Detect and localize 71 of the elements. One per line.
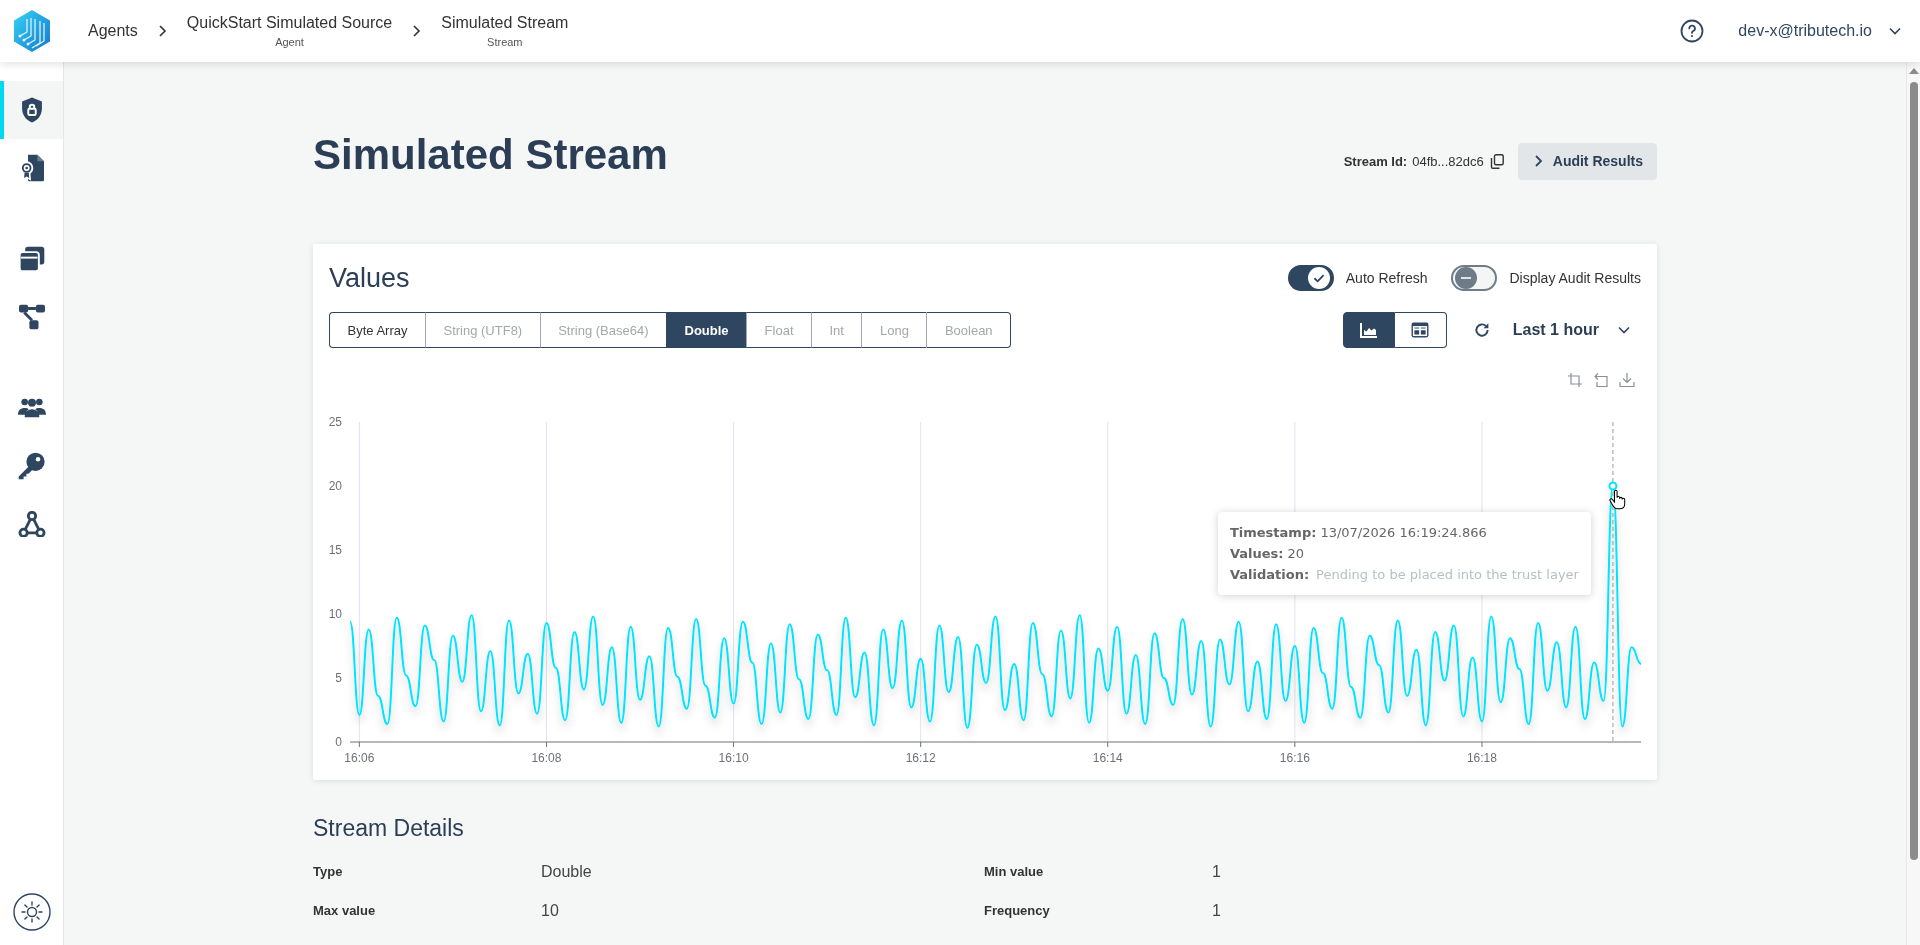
x-axis-label: 16:16: [1279, 751, 1310, 765]
tooltip-label: Values:: [1229, 545, 1284, 563]
stream-id-label: Stream Id:: [1343, 153, 1408, 169]
field-label: Min value: [984, 863, 1045, 881]
field-label: Type: [313, 863, 344, 881]
chevron-right-icon: [157, 24, 167, 38]
data-type-tab[interactable]: Byte Array: [329, 312, 425, 348]
field-label: Max value: [313, 902, 377, 920]
x-axis-label: 16:12: [905, 751, 936, 765]
hexagon-logo-icon[interactable]: [12, 9, 52, 53]
breadcrumb-link[interactable]: Simulated Stream Stream: [441, 13, 569, 49]
users-icon: [17, 397, 46, 419]
hand-cursor-icon: [1608, 489, 1626, 510]
scroll-up-arrow-icon[interactable]: [1908, 68, 1919, 74]
y-axis-label: 25: [329, 415, 342, 429]
user-menu[interactable]: dev-x@tributech.io: [1738, 22, 1902, 40]
chart-view-button[interactable]: [1342, 312, 1395, 348]
sidebar-item[interactable]: [0, 81, 63, 139]
refresh-icon[interactable]: [1472, 321, 1491, 339]
page-title: Simulated Stream: [313, 130, 668, 180]
stacked-windows-icon: [18, 246, 45, 272]
x-axis-label: 16:06: [344, 751, 375, 765]
webhook-icon: [17, 511, 46, 537]
audit-results-button[interactable]: Audit Results: [1517, 142, 1657, 180]
card-title: Values: [329, 262, 410, 294]
download-icon[interactable]: [1619, 372, 1635, 388]
breadcrumb-link[interactable]: QuickStart Simulated Source Agent: [186, 13, 393, 49]
check-icon: [1307, 267, 1330, 289]
table-view-button[interactable]: [1394, 312, 1447, 348]
field-value: Double: [541, 862, 593, 882]
y-axis-label: 15: [329, 543, 342, 557]
x-axis-label: 16:08: [531, 751, 562, 765]
flow-chart-icon: [17, 304, 46, 330]
breadcrumb-link[interactable]: Agents: [88, 21, 138, 41]
table-icon: [1411, 322, 1430, 338]
tooltip-label: Validation:: [1229, 566, 1310, 584]
x-axis-label: 16:18: [1466, 751, 1497, 765]
toggle-label: Display Audit Results: [1509, 270, 1641, 286]
field-value: 1: [1212, 901, 1222, 921]
tooltip-label: Timestamp:: [1229, 524, 1317, 542]
x-axis-label: 16:10: [718, 751, 749, 765]
field-label: Frequency: [984, 902, 1051, 920]
field-value: 10: [541, 901, 560, 921]
minus-icon: [1455, 267, 1478, 289]
section-title: Stream Details: [313, 814, 465, 842]
x-axis-label: 16:14: [1092, 751, 1123, 765]
y-axis-label: 0: [335, 735, 342, 749]
area-chart-icon: [1359, 322, 1378, 338]
time-range-dropdown[interactable]: Last 1 hour: [1506, 321, 1641, 339]
scrollbar-thumb[interactable]: [1909, 82, 1918, 860]
tooltip-value: 13/07/2026 16:19:24.866: [1320, 524, 1487, 542]
point-marker-icon: [1608, 481, 1618, 491]
y-axis-label: 20: [329, 479, 342, 493]
chevron-right-icon: [412, 24, 422, 38]
y-axis-label: 5: [335, 671, 342, 685]
key-icon: [17, 452, 46, 480]
stream-id-value: 04fb...82dc6: [1412, 153, 1484, 169]
undo-icon[interactable]: [1593, 372, 1609, 388]
toggle-switch[interactable]: [1451, 265, 1498, 291]
field-value: 1: [1212, 862, 1222, 882]
tooltip-value: Pending to be placed into the trust layer: [1316, 566, 1579, 584]
toggle-switch[interactable]: [1287, 265, 1334, 291]
toggle-label: Auto Refresh: [1345, 270, 1428, 286]
help-icon[interactable]: [1680, 19, 1705, 43]
y-axis-label: 10: [329, 607, 342, 621]
tooltip-value: 20: [1287, 545, 1305, 563]
scrollbar[interactable]: [1906, 62, 1920, 945]
copy-icon[interactable]: [1489, 153, 1504, 169]
sun-icon[interactable]: [12, 893, 51, 931]
chevron-right-icon: [1533, 154, 1543, 168]
data-type-tab[interactable]: Double: [666, 312, 747, 348]
